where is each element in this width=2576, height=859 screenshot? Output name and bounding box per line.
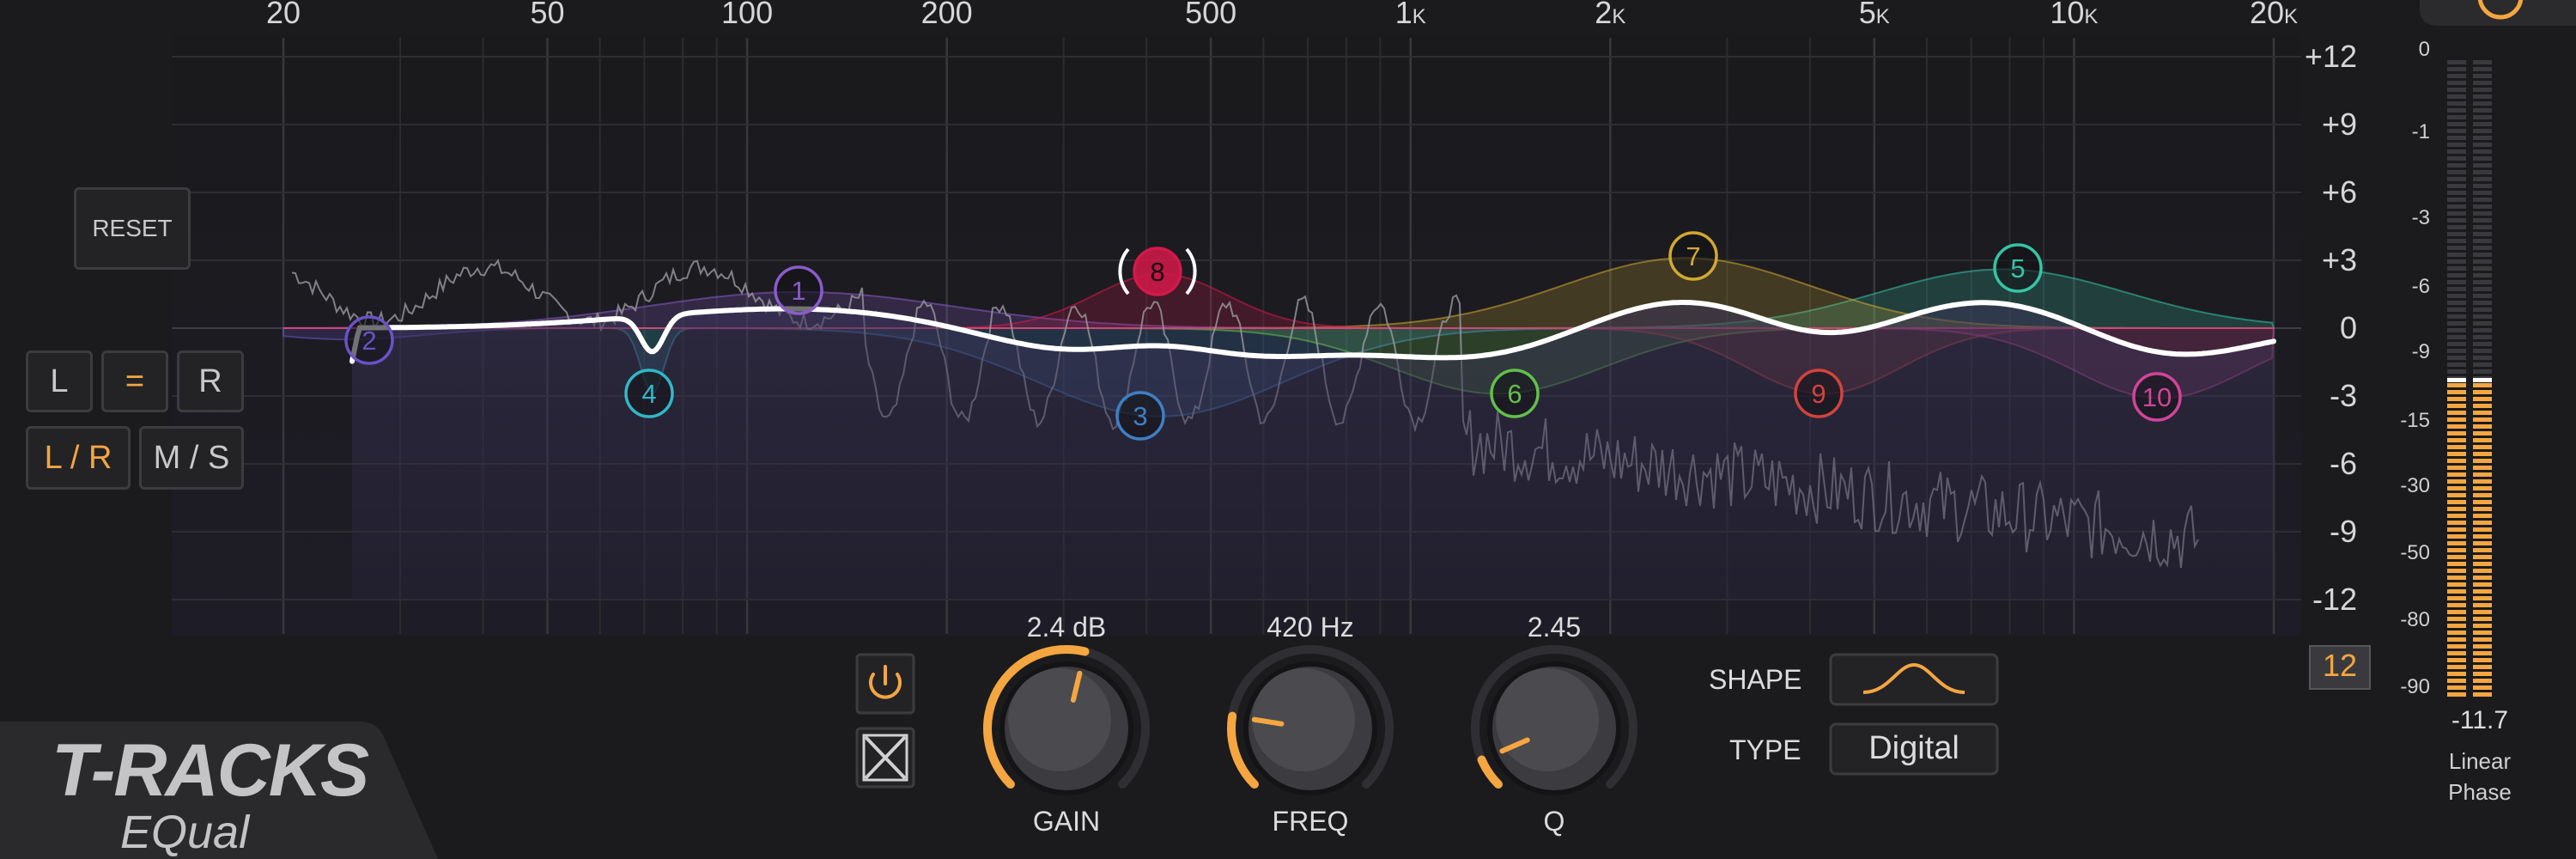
band-node-3[interactable]: 3 xyxy=(1115,391,1165,441)
freq-tick-label: 5K xyxy=(1859,0,1890,31)
db-tick-label: +3 xyxy=(2321,242,2357,277)
freq-tick-number: 20 xyxy=(2249,0,2285,30)
band-node-6[interactable]: 6 xyxy=(1490,369,1540,418)
right-channel-label: R xyxy=(198,362,222,399)
left-channel-label: L xyxy=(50,362,69,399)
q-value: 2.45 xyxy=(1527,612,1582,643)
meter-scale-tick: -15 xyxy=(2400,409,2430,432)
db-tick-label: 0 xyxy=(2339,310,2357,345)
meter-scale-tick: -9 xyxy=(2411,340,2430,363)
band-node-2[interactable]: 2 xyxy=(344,315,394,365)
freq-tick-number: 500 xyxy=(1185,0,1237,30)
gain-value: 2.4 dB xyxy=(1026,612,1107,643)
band-node-label: 10 xyxy=(2142,382,2172,412)
freq-tick-label: 20K xyxy=(2250,0,2298,31)
meter-scale-tick: -80 xyxy=(2400,608,2430,631)
freq-tick-number: 200 xyxy=(920,0,973,30)
freq-tick-unit: K xyxy=(1612,5,1626,28)
band-node-7[interactable]: 7 xyxy=(1668,231,1718,281)
linear-phase-toggle[interactable]: Linear Phase xyxy=(2420,746,2540,807)
lr-mode-button[interactable]: L / R xyxy=(26,426,131,490)
freq-tick-label: 10K xyxy=(2050,0,2098,31)
freq-tick-label: 2K xyxy=(1595,0,1625,31)
freq-tick-number: 2 xyxy=(1595,0,1613,30)
freq-tick-unit: K xyxy=(1875,5,1890,28)
gain-label: GAIN xyxy=(1032,806,1101,837)
freq-tick-label: 100 xyxy=(721,0,773,31)
meter-scale-tick: -6 xyxy=(2411,275,2430,298)
meter-readout: -11.7 xyxy=(2451,706,2509,734)
band-node-1[interactable]: 1 xyxy=(774,265,823,315)
band-node-label: 6 xyxy=(1507,379,1522,409)
eq-graph[interactable]: 123456789 10 xyxy=(0,0,2576,859)
band-node-label: 7 xyxy=(1686,241,1700,271)
freq-tick-number: 50 xyxy=(530,0,565,30)
db-tick-label: +6 xyxy=(2321,174,2357,210)
freq-tick-label: 50 xyxy=(530,0,564,31)
db-tick-label: +12 xyxy=(2304,39,2357,74)
link-channels-label: = xyxy=(125,362,145,399)
right-channel-button[interactable]: R xyxy=(177,350,244,412)
reset-button[interactable]: RESET xyxy=(74,187,191,270)
freq-value: 420 Hz xyxy=(1267,612,1354,643)
freq-tick-label: 1K xyxy=(1395,0,1426,31)
freq-tick-unit: K xyxy=(1412,5,1426,28)
band-node-4[interactable]: 4 xyxy=(624,369,674,418)
freq-tick-label: 20 xyxy=(266,0,301,31)
shape-label: SHAPE xyxy=(1709,664,1802,695)
lr-mode-label: L / R xyxy=(44,439,112,476)
linear-phase-line2: Phase xyxy=(2448,779,2512,805)
link-channels-button[interactable]: = xyxy=(101,350,168,412)
band-node-label: 1 xyxy=(791,276,805,306)
freq-tick-number: 100 xyxy=(721,0,774,30)
band-node-label: 2 xyxy=(361,326,376,356)
meter-scale-tick: -30 xyxy=(2400,474,2430,497)
brand-logo: T-RACKS xyxy=(52,728,369,813)
freq-tick-number: 1 xyxy=(1394,0,1413,30)
meter-scale-tick: 0 xyxy=(2418,38,2430,61)
brand-title: T-RACKS xyxy=(52,729,369,812)
db-tick-label: -9 xyxy=(2329,514,2357,549)
freq-tick-number: 10 xyxy=(2050,0,2085,30)
freq-tick-number: 20 xyxy=(265,0,301,30)
type-label: TYPE xyxy=(1729,734,1801,765)
equal-plugin-window: 1 2 3 4 5 6 7 8 9 10 20 50 100 200 500 1K 2K 5K 10K 20K +1… xyxy=(0,0,2576,859)
meter-scale-tick: -3 xyxy=(2411,206,2430,229)
ms-mode-button[interactable]: M / S xyxy=(139,426,244,490)
band-node-label: 5 xyxy=(2010,253,2025,283)
meter-scale-tick: -50 xyxy=(2400,541,2430,564)
db-tick-label: +9 xyxy=(2321,107,2357,142)
band-node-label: 4 xyxy=(641,379,656,409)
left-channel-button[interactable]: L xyxy=(26,350,93,412)
brand-subtitle: EQual xyxy=(120,807,250,858)
band-node-5[interactable]: 5 xyxy=(1993,243,2043,293)
band-node-9[interactable]: 9 xyxy=(1794,369,1844,418)
band-node-label: 3 xyxy=(1133,401,1147,431)
freq-tick-label: 200 xyxy=(921,0,973,31)
band-node-label: 9 xyxy=(1811,379,1826,409)
meter-scale-tick: -1 xyxy=(2411,120,2430,143)
type-value: Digital xyxy=(1868,730,1959,766)
freq-tick-unit: K xyxy=(2284,5,2299,28)
db-tick-label: -12 xyxy=(2312,582,2357,617)
freq-tick-number: 5 xyxy=(1858,0,1876,30)
linear-phase-line1: Linear xyxy=(2448,748,2512,774)
band-node-label: 8 xyxy=(1150,257,1164,287)
freq-tick-unit: K xyxy=(2084,5,2099,28)
output-gain-value: 12 xyxy=(2322,648,2358,683)
q-label: Q xyxy=(1543,806,1565,837)
ms-mode-label: M / S xyxy=(153,439,230,476)
band-node-10[interactable]: 10 xyxy=(2132,372,2182,422)
db-tick-label: -3 xyxy=(2329,378,2357,413)
meter-scale-tick: -90 xyxy=(2400,675,2430,698)
freq-label: FREQ xyxy=(1272,806,1349,837)
db-tick-label: -6 xyxy=(2329,446,2357,481)
reset-button-label: RESET xyxy=(92,215,173,241)
freq-tick-label: 500 xyxy=(1185,0,1236,31)
